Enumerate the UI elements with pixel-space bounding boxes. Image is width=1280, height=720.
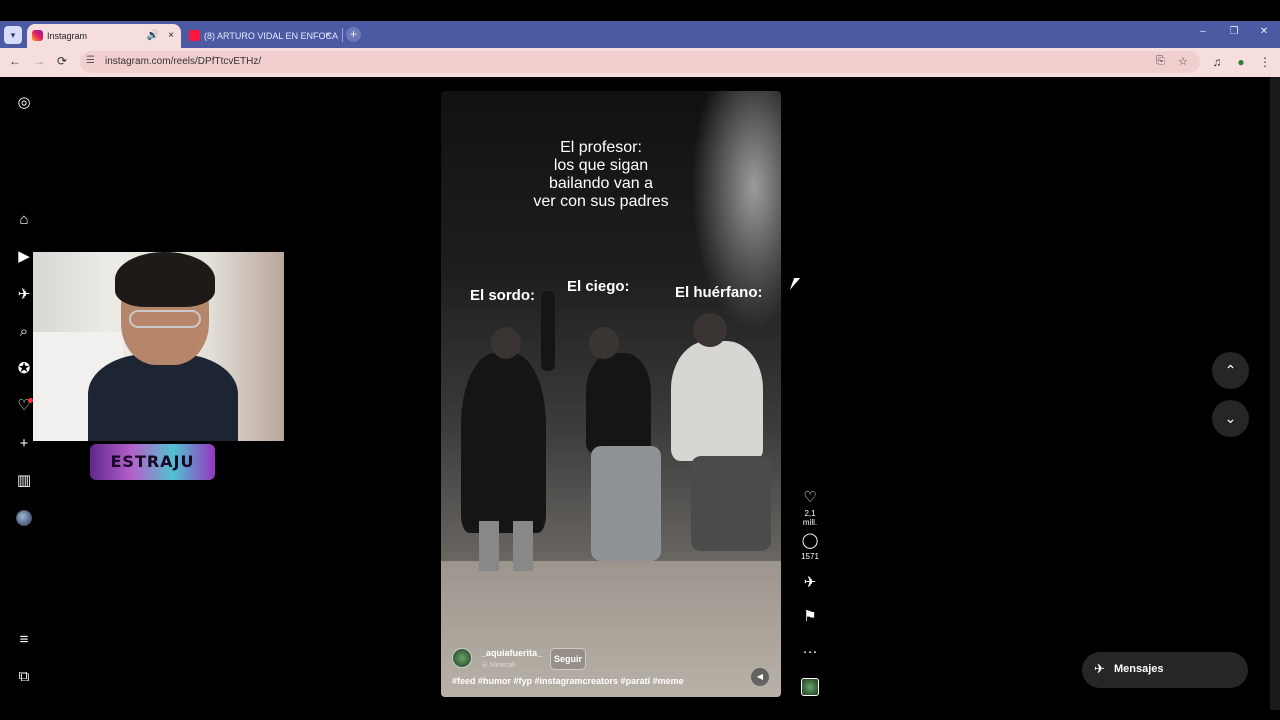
- site-info-icon[interactable]: ☰: [86, 55, 95, 66]
- tab-separator: [342, 28, 343, 42]
- reel-person-middle: [586, 353, 651, 453]
- bookmark-star-icon[interactable]: ☆: [1178, 55, 1188, 68]
- instagram-favicon-icon: [32, 30, 43, 41]
- reel-video[interactable]: El profesor: los que sigan bailando van …: [441, 91, 781, 697]
- reel-location[interactable]: ⦿ Mexicali: [481, 660, 515, 670]
- messages-label: Mensajes: [1114, 663, 1164, 675]
- reload-button[interactable]: ⟳: [54, 54, 70, 68]
- explore-icon[interactable]: ✪: [14, 359, 34, 379]
- tab-youtube[interactable]: (8) ARTURO VIDAL EN ENFOCA ×: [184, 24, 338, 48]
- webcam-glasses: [129, 310, 201, 328]
- reel-person-left-leg: [513, 521, 533, 571]
- reel-author-username[interactable]: _aquiafuerita_: [481, 648, 542, 658]
- webcam-hair: [115, 252, 215, 307]
- reel-caption: El profesor: los que sigan bailando van …: [533, 139, 669, 210]
- more-dots-icon[interactable]: ···: [798, 643, 822, 661]
- like-action[interactable]: ♡ 2,1 mill.: [798, 489, 822, 527]
- reels-icon[interactable]: ▶: [14, 247, 34, 267]
- reel-person-right: [671, 341, 763, 461]
- bookmark-icon[interactable]: ⚑: [798, 608, 822, 626]
- save-action[interactable]: ⚑: [798, 608, 822, 626]
- tab-close-button[interactable]: ×: [325, 24, 331, 48]
- share-action[interactable]: ✈: [798, 574, 822, 592]
- create-icon[interactable]: +: [14, 434, 34, 454]
- speaker-icon[interactable]: 🔊: [147, 24, 159, 48]
- streamer-logo: ESTRAJU: [90, 444, 215, 480]
- back-button[interactable]: ←: [7, 54, 23, 68]
- reel-label-huerfano: El huérfano:: [675, 284, 763, 301]
- tab-title: (8) ARTURO VIDAL EN ENFOCA: [204, 31, 338, 41]
- more-menu-icon[interactable]: ≡: [14, 630, 34, 650]
- previous-reel-button[interactable]: ⌃: [1212, 352, 1249, 389]
- send-icon[interactable]: ✈: [14, 285, 34, 305]
- forward-button[interactable]: →: [31, 54, 47, 68]
- tab-bar: ▾ Instagram 🔊 × (8) ARTURO VIDAL EN ENFO…: [0, 21, 1280, 48]
- url-text[interactable]: instagram.com/reels/DPfTtcvETHz/: [105, 56, 261, 67]
- reel-person-middle-head: [589, 327, 619, 359]
- search-icon[interactable]: ⌕: [14, 322, 34, 342]
- window-close-button[interactable]: ✕: [1257, 26, 1271, 37]
- youtube-favicon-icon: [189, 30, 200, 41]
- comment-count: 1571: [801, 552, 819, 561]
- tab-close-button[interactable]: ×: [168, 24, 174, 48]
- reel-person-left: [461, 353, 546, 533]
- url-field[interactable]: ☰ instagram.com/reels/DPfTtcvETHz/ ⎘ ☆: [80, 51, 1200, 73]
- extension-icon[interactable]: ●: [1233, 55, 1249, 69]
- reel-person-left-arm: [541, 291, 555, 371]
- comment-action[interactable]: ◯ 1571: [798, 532, 822, 561]
- restore-button[interactable]: ❐: [1227, 26, 1241, 37]
- bottom-strip: [0, 710, 1280, 720]
- address-bar: ← → ⟳ ☰ instagram.com/reels/DPfTtcvETHz/…: [0, 48, 1280, 77]
- follow-button[interactable]: Seguir: [550, 648, 586, 670]
- share-send-icon[interactable]: ✈: [798, 574, 822, 592]
- reel-label-sordo: El sordo:: [470, 287, 536, 304]
- like-heart-icon[interactable]: ♡: [798, 489, 822, 507]
- reel-person-right-head: [693, 313, 727, 347]
- location-pin-icon: ⦿: [481, 662, 490, 669]
- webcam-overlay: [33, 252, 284, 441]
- audio-thumbnail[interactable]: [801, 678, 819, 696]
- reel-person-left-leg: [479, 521, 499, 571]
- tab-instagram[interactable]: Instagram 🔊 ×: [27, 24, 181, 48]
- reel-person-middle-legs: [591, 446, 661, 561]
- scrollbar[interactable]: [1270, 77, 1280, 710]
- reel-label-ciego: El ciego:: [567, 278, 630, 295]
- browser-menu-icon[interactable]: ⋮: [1257, 55, 1273, 69]
- messages-send-icon: ✈: [1094, 661, 1105, 676]
- like-count: 2,1 mill.: [802, 509, 818, 527]
- tab-search-button[interactable]: ▾: [4, 26, 22, 44]
- reel-person-left-head: [491, 327, 521, 359]
- meta-apps-icon[interactable]: ⧉: [14, 667, 34, 687]
- more-options-action[interactable]: ···: [798, 643, 822, 661]
- webcam-shirt: [88, 354, 238, 441]
- tab-title: Instagram: [47, 31, 88, 41]
- reel-person-right-legs: [691, 456, 771, 551]
- reel-author-avatar[interactable]: [452, 648, 472, 668]
- messages-button[interactable]: ✈ Mensajes: [1082, 652, 1248, 688]
- profile-avatar[interactable]: [16, 510, 32, 526]
- comment-icon[interactable]: ◯: [798, 532, 822, 550]
- mute-button[interactable]: ◀: [751, 668, 769, 686]
- next-reel-button[interactable]: ⌄: [1212, 400, 1249, 437]
- new-tab-button[interactable]: +: [346, 27, 361, 42]
- media-control-icon[interactable]: ♫: [1209, 55, 1225, 69]
- reel-location-text: Mexicali: [489, 662, 516, 669]
- dashboard-icon[interactable]: ▥: [14, 471, 34, 491]
- install-app-icon[interactable]: ⎘: [1156, 55, 1165, 68]
- minimize-button[interactable]: –: [1196, 26, 1210, 37]
- reel-hashtags[interactable]: #feed #humor #fyp #instagramcreators #pa…: [452, 676, 684, 686]
- instagram-logo-icon[interactable]: ◎: [14, 93, 34, 113]
- home-icon[interactable]: ⌂: [14, 210, 34, 230]
